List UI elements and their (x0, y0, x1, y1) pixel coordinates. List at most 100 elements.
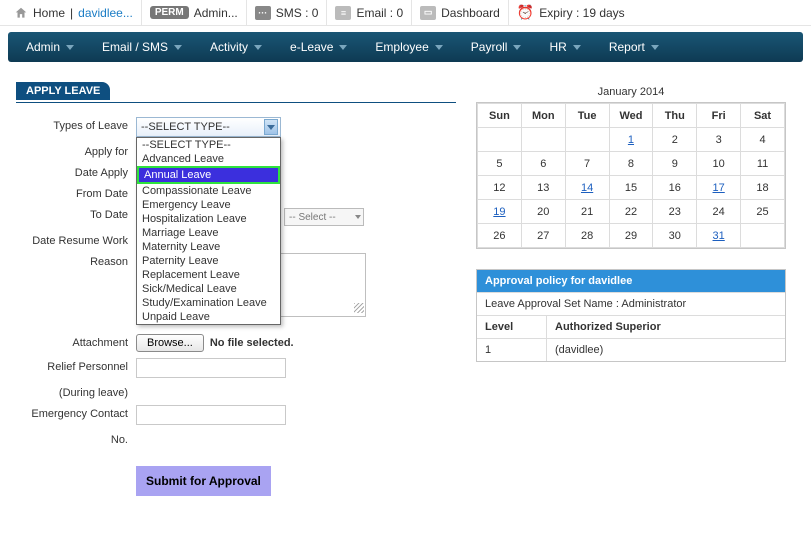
policy-col-auth: Authorized Superior (547, 316, 785, 338)
calendar-day-header: Sun (478, 104, 522, 128)
calendar-day-cell[interactable]: 6 (521, 152, 565, 176)
calendar-day-cell[interactable]: 29 (609, 224, 653, 248)
leave-type-option[interactable]: Unpaid Leave (137, 310, 280, 324)
topbar-dashboard-seg[interactable]: ▭ Dashboard (412, 0, 509, 25)
topbar-home-seg[interactable]: Home | davidlee... (6, 0, 142, 25)
calendar-day-cell[interactable]: 8 (609, 152, 653, 176)
nav-item-payroll[interactable]: Payroll (457, 32, 536, 62)
tab-apply-leave[interactable]: APPLY LEAVE (16, 82, 110, 100)
resize-grip-icon[interactable] (354, 303, 364, 313)
topbar-email-seg[interactable]: ≡ Email : 0 (327, 0, 412, 25)
no-file-selected-label: No file selected. (210, 337, 294, 349)
calendar-table: SunMonTueWedThuFriSat1234567891011121314… (477, 103, 785, 248)
nav-item-e-leave[interactable]: e-Leave (276, 32, 361, 62)
calendar-day-cell[interactable]: 24 (697, 200, 741, 224)
calendar-day-cell[interactable]: 12 (478, 176, 522, 200)
calendar-day-cell[interactable]: 11 (741, 152, 785, 176)
calendar-day-cell[interactable]: 23 (653, 200, 697, 224)
chevron-down-icon (513, 45, 521, 50)
leave-type-option[interactable]: Paternity Leave (137, 254, 280, 268)
nav-item-hr[interactable]: HR (535, 32, 594, 62)
policy-level-cell: 1 (477, 339, 547, 361)
browse-button[interactable]: Browse... (136, 334, 204, 352)
calendar-day-cell[interactable]: 20 (521, 200, 565, 224)
chevron-down-icon (66, 45, 74, 50)
types-of-leave-select[interactable]: --SELECT TYPE-- (136, 117, 281, 137)
topbar-perm-seg[interactable]: PERM Admin... (142, 0, 247, 25)
leave-type-option[interactable]: --SELECT TYPE-- (137, 138, 280, 152)
calendar-day-header: Fri (697, 104, 741, 128)
leave-type-option[interactable]: Study/Examination Leave (137, 296, 280, 310)
label-relief-personnel: Relief Personnel (16, 358, 136, 373)
leave-type-option[interactable]: Replacement Leave (137, 268, 280, 282)
to-date-period-value: -- Select -- (289, 212, 336, 223)
home-label: Home (33, 6, 65, 20)
calendar-day-cell[interactable]: 25 (741, 200, 785, 224)
calendar-day-cell[interactable]: 3 (697, 128, 741, 152)
user-link[interactable]: davidlee... (78, 6, 133, 20)
calendar-day-cell[interactable]: 31 (697, 224, 741, 248)
submit-for-approval-button[interactable]: Submit for Approval (136, 466, 271, 496)
nav-item-activity[interactable]: Activity (196, 32, 276, 62)
to-date-period-select[interactable]: -- Select -- (284, 208, 364, 226)
nav-item-employee[interactable]: Employee (361, 32, 456, 62)
email-label: Email : 0 (356, 6, 403, 20)
calendar-day-cell[interactable]: 2 (653, 128, 697, 152)
topbar-expiry-seg[interactable]: ⏰ Expiry : 19 days (509, 0, 633, 25)
policy-authorized-cell: (davidlee) (547, 339, 785, 361)
leave-type-option[interactable]: Sick/Medical Leave (137, 282, 280, 296)
calendar-day-cell[interactable]: 5 (478, 152, 522, 176)
chevron-down-icon (435, 45, 443, 50)
calendar-day-cell[interactable]: 17 (697, 176, 741, 200)
leave-type-option[interactable]: Compassionate Leave (137, 184, 280, 198)
leave-type-option[interactable]: Marriage Leave (137, 226, 280, 240)
calendar-day-cell[interactable]: 9 (653, 152, 697, 176)
nav-item-label: e-Leave (290, 40, 333, 54)
perm-badge: PERM (150, 6, 189, 19)
calendar-day-cell (478, 128, 522, 152)
calendar-day-cell[interactable]: 21 (565, 200, 609, 224)
calendar-day-cell[interactable]: 30 (653, 224, 697, 248)
label-emergency-no: No. (16, 431, 136, 446)
apply-leave-form: Types of Leave --SELECT TYPE-- --SELECT … (16, 117, 456, 496)
label-date-resume-work: Date Resume Work (16, 232, 136, 247)
nav-item-label: Email / SMS (102, 40, 168, 54)
relief-personnel-input[interactable] (136, 358, 286, 378)
nav-item-label: Payroll (471, 40, 508, 54)
nav-item-email-sms[interactable]: Email / SMS (88, 32, 196, 62)
calendar-day-cell[interactable]: 1 (609, 128, 653, 152)
calendar-day-cell[interactable]: 18 (741, 176, 785, 200)
leave-type-option[interactable]: Advanced Leave (137, 152, 280, 166)
calendar-day-header: Wed (609, 104, 653, 128)
calendar-day-cell[interactable]: 28 (565, 224, 609, 248)
leave-type-option[interactable]: Hospitalization Leave (137, 212, 280, 226)
calendar-day-cell[interactable]: 13 (521, 176, 565, 200)
nav-item-label: Employee (375, 40, 428, 54)
dashboard-icon: ▭ (420, 6, 436, 20)
calendar-day-cell[interactable]: 22 (609, 200, 653, 224)
calendar-day-cell[interactable]: 4 (741, 128, 785, 152)
calendar-day-cell (741, 224, 785, 248)
calendar-day-cell[interactable]: 15 (609, 176, 653, 200)
calendar-day-cell[interactable]: 10 (697, 152, 741, 176)
leave-type-option[interactable]: Annual Leave (137, 166, 280, 184)
label-during-leave: (During leave) (16, 384, 136, 399)
chevron-down-icon (264, 119, 278, 135)
calendar-day-cell[interactable]: 7 (565, 152, 609, 176)
leave-type-option[interactable]: Maternity Leave (137, 240, 280, 254)
nav-item-report[interactable]: Report (595, 32, 673, 62)
calendar-day-cell[interactable]: 26 (478, 224, 522, 248)
types-of-leave-dropdown[interactable]: --SELECT TYPE--Advanced LeaveAnnual Leav… (136, 137, 281, 325)
calendar-day-cell[interactable]: 19 (478, 200, 522, 224)
nav-item-admin[interactable]: Admin (12, 32, 88, 62)
calendar-day-cell[interactable]: 27 (521, 224, 565, 248)
calendar-day-cell[interactable]: 16 (653, 176, 697, 200)
label-reason: Reason (16, 253, 136, 268)
chevron-down-icon (254, 45, 262, 50)
topbar-sms-seg[interactable]: ··· SMS : 0 (247, 0, 328, 25)
emergency-contact-input[interactable] (136, 405, 286, 425)
calendar-day-cell[interactable]: 14 (565, 176, 609, 200)
policy-row: 1(davidlee) (477, 338, 785, 361)
leave-type-option[interactable]: Emergency Leave (137, 198, 280, 212)
topbar: Home | davidlee... PERM Admin... ··· SMS… (0, 0, 811, 26)
